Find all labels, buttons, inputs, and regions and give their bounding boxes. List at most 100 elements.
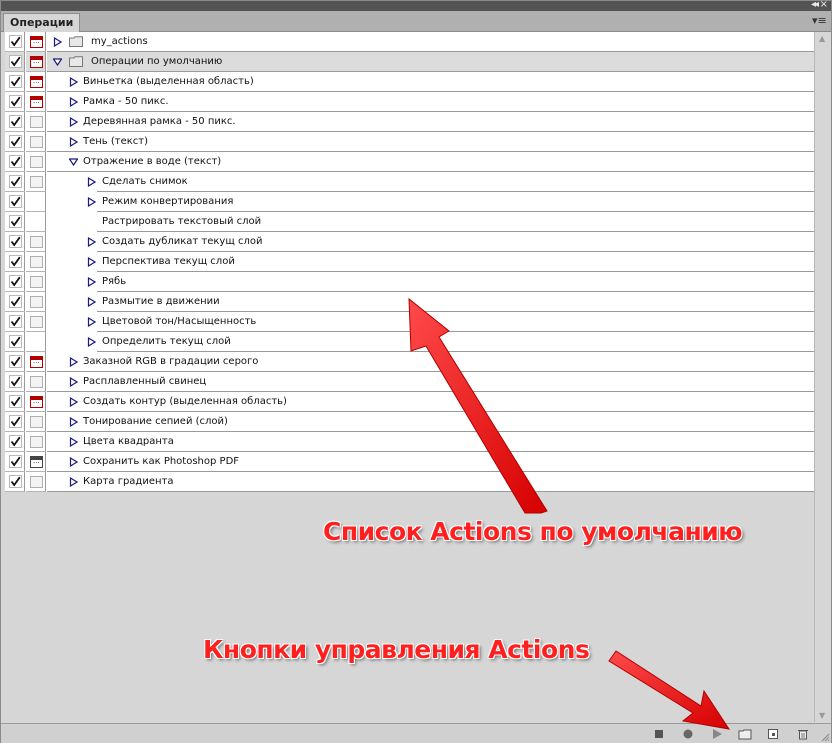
folder-icon[interactable] bbox=[738, 728, 752, 740]
action-set-row[interactable]: my_actions bbox=[5, 32, 814, 52]
toggle-item-cell[interactable] bbox=[5, 192, 25, 212]
action-row[interactable]: Размытие в движении bbox=[5, 292, 814, 312]
action-cell[interactable]: Цвета квадранта bbox=[47, 432, 814, 452]
collapsed-triangle-icon[interactable] bbox=[87, 317, 96, 327]
action-cell[interactable]: Тонирование сепией (слой) bbox=[47, 412, 814, 432]
toggle-item-cell[interactable] bbox=[5, 52, 25, 72]
action-cell[interactable]: Тень (текст) bbox=[47, 132, 814, 152]
toggle-item-cell[interactable] bbox=[5, 152, 25, 172]
action-cell[interactable]: Создать контур (выделенная область) bbox=[47, 392, 814, 412]
action-cell[interactable]: Деревянная рамка - 50 пикс. bbox=[47, 112, 814, 132]
expanded-triangle-icon[interactable] bbox=[69, 157, 78, 167]
action-cell[interactable]: Заказной RGB в градации серого bbox=[47, 352, 814, 372]
collapsed-triangle-icon[interactable] bbox=[53, 37, 62, 47]
toggle-item-cell[interactable] bbox=[5, 32, 25, 52]
dialog-toggle-cell[interactable] bbox=[26, 312, 46, 332]
toggle-item-cell[interactable] bbox=[5, 432, 25, 452]
action-row[interactable]: Заказной RGB в градации серого bbox=[5, 352, 814, 372]
toggle-item-cell[interactable] bbox=[5, 472, 25, 492]
action-row[interactable]: Создать контур (выделенная область) bbox=[5, 392, 814, 412]
action-row[interactable]: Цветовой тон/Насыщенность bbox=[5, 312, 814, 332]
expanded-triangle-icon[interactable] bbox=[53, 57, 62, 67]
action-row[interactable]: Карта градиента bbox=[5, 472, 814, 492]
collapsed-triangle-icon[interactable] bbox=[69, 357, 78, 367]
toggle-item-cell[interactable] bbox=[5, 212, 25, 232]
action-row[interactable]: Расплавленный свинец bbox=[5, 372, 814, 392]
action-cell[interactable]: Карта градиента bbox=[47, 472, 814, 492]
action-row[interactable]: Рамка - 50 пикс. bbox=[5, 92, 814, 112]
action-row[interactable]: Режим конвертирования bbox=[5, 192, 814, 212]
action-cell[interactable]: Сохранить как Photoshop PDF bbox=[47, 452, 814, 472]
action-cell[interactable]: Рамка - 50 пикс. bbox=[47, 92, 814, 112]
collapsed-triangle-icon[interactable] bbox=[87, 197, 96, 207]
close-icon[interactable]: × bbox=[820, 0, 828, 10]
collapsed-triangle-icon[interactable] bbox=[69, 417, 78, 427]
dialog-toggle-cell[interactable] bbox=[26, 112, 46, 132]
toggle-item-cell[interactable] bbox=[5, 272, 25, 292]
dialog-toggle-cell[interactable] bbox=[26, 232, 46, 252]
toggle-item-cell[interactable] bbox=[5, 252, 25, 272]
collapsed-triangle-icon[interactable] bbox=[87, 277, 96, 287]
toggle-item-cell[interactable] bbox=[5, 292, 25, 312]
dialog-toggle-cell[interactable] bbox=[26, 52, 46, 72]
action-cell[interactable]: Растрировать текстовый слой bbox=[47, 212, 814, 232]
dialog-toggle-cell[interactable] bbox=[26, 72, 46, 92]
action-cell[interactable]: Отражение в воде (текст) bbox=[47, 152, 814, 172]
dialog-toggle-cell[interactable] bbox=[26, 332, 46, 352]
toggle-item-cell[interactable] bbox=[5, 412, 25, 432]
dialog-toggle-cell[interactable] bbox=[26, 192, 46, 212]
toggle-item-cell[interactable] bbox=[5, 92, 25, 112]
scrollbar[interactable]: ▲ ▼ bbox=[814, 32, 831, 722]
dialog-toggle-cell[interactable] bbox=[26, 92, 46, 112]
action-cell[interactable]: my_actions bbox=[47, 32, 814, 52]
action-row[interactable]: Тень (текст) bbox=[5, 132, 814, 152]
dialog-toggle-cell[interactable] bbox=[26, 152, 46, 172]
action-row[interactable]: Определить текущ слой bbox=[5, 332, 814, 352]
dialog-toggle-cell[interactable] bbox=[26, 292, 46, 312]
action-row[interactable]: Цвета квадранта bbox=[5, 432, 814, 452]
dialog-toggle-cell[interactable] bbox=[26, 352, 46, 372]
action-cell[interactable]: Режим конвертирования bbox=[47, 192, 814, 212]
dialog-toggle-cell[interactable] bbox=[26, 392, 46, 412]
scroll-down-icon[interactable]: ▼ bbox=[819, 711, 825, 720]
action-cell[interactable]: Виньетка (выделенная область) bbox=[47, 72, 814, 92]
collapsed-triangle-icon[interactable] bbox=[69, 97, 78, 107]
action-row[interactable]: Тонирование сепией (слой) bbox=[5, 412, 814, 432]
toggle-item-cell[interactable] bbox=[5, 172, 25, 192]
action-cell[interactable]: Создать дубликат текущ слой bbox=[47, 232, 814, 252]
action-cell[interactable]: Определить текущ слой bbox=[47, 332, 814, 352]
collapsed-triangle-icon[interactable] bbox=[87, 337, 96, 347]
action-row[interactable]: Сделать снимок bbox=[5, 172, 814, 192]
dialog-toggle-cell[interactable] bbox=[26, 132, 46, 152]
collapsed-triangle-icon[interactable] bbox=[69, 117, 78, 127]
toggle-item-cell[interactable] bbox=[5, 312, 25, 332]
toggle-item-cell[interactable] bbox=[5, 232, 25, 252]
action-row[interactable]: Рябь bbox=[5, 272, 814, 292]
collapsed-triangle-icon[interactable] bbox=[87, 177, 96, 187]
collapsed-triangle-icon[interactable] bbox=[69, 477, 78, 487]
dialog-toggle-cell[interactable] bbox=[26, 212, 46, 232]
toggle-item-cell[interactable] bbox=[5, 452, 25, 472]
action-cell[interactable]: Цветовой тон/Насыщенность bbox=[47, 312, 814, 332]
action-cell[interactable]: Операции по умолчанию bbox=[47, 52, 814, 72]
collapsed-triangle-icon[interactable] bbox=[69, 137, 78, 147]
action-row[interactable]: Сохранить как Photoshop PDF bbox=[5, 452, 814, 472]
trash-icon[interactable] bbox=[797, 728, 809, 740]
action-cell[interactable]: Расплавленный свинец bbox=[47, 372, 814, 392]
dialog-toggle-cell[interactable] bbox=[26, 452, 46, 472]
dialog-toggle-cell[interactable] bbox=[26, 272, 46, 292]
collapsed-triangle-icon[interactable] bbox=[87, 297, 96, 307]
action-cell[interactable]: Сделать снимок bbox=[47, 172, 814, 192]
collapsed-triangle-icon[interactable] bbox=[69, 377, 78, 387]
record-icon[interactable] bbox=[682, 728, 694, 740]
toggle-item-cell[interactable] bbox=[5, 132, 25, 152]
dialog-toggle-cell[interactable] bbox=[26, 372, 46, 392]
collapsed-triangle-icon[interactable] bbox=[69, 457, 78, 467]
collapsed-triangle-icon[interactable] bbox=[87, 237, 96, 247]
action-row[interactable]: Виньетка (выделенная область) bbox=[5, 72, 814, 92]
stop-icon[interactable] bbox=[653, 728, 665, 740]
toggle-item-cell[interactable] bbox=[5, 112, 25, 132]
dialog-toggle-cell[interactable] bbox=[26, 172, 46, 192]
collapsed-triangle-icon[interactable] bbox=[87, 257, 96, 267]
collapse-icon[interactable]: ◂◂ bbox=[811, 0, 819, 10]
